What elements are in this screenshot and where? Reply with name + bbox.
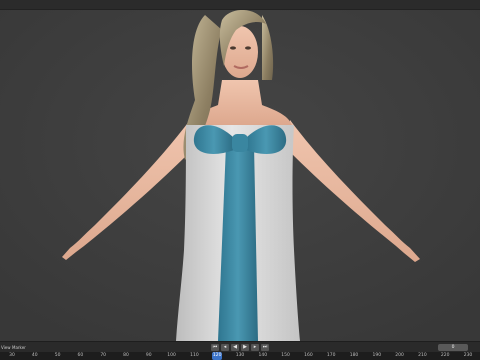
ruler-tick: 30 [9, 353, 15, 358]
ruler-tick: 230 [463, 353, 473, 358]
ruler-tick: 50 [54, 353, 61, 358]
ruler-tick: 160 [304, 353, 313, 358]
ruler-tick: 40 [31, 353, 38, 358]
3d-viewport[interactable]: nda SeyFord [0, 10, 480, 341]
view-menu[interactable]: View [1, 345, 11, 350]
left-eye [230, 46, 236, 50]
character-model[interactable] [0, 10, 480, 341]
ruler-tick: 100 [167, 353, 176, 358]
playback-controls: ⏮ ◂ ◀ ▶ ▸ ⏭ [211, 344, 269, 351]
ruler-tick: 130 [235, 353, 245, 358]
marker-menu[interactable]: Marker [12, 345, 26, 350]
right-eye [245, 46, 251, 50]
prev-keyframe-icon[interactable]: ◂ [221, 344, 229, 351]
play-reverse-icon[interactable]: ◀ [231, 344, 239, 351]
top-toolbar [0, 0, 480, 10]
ruler-tick: 210 [418, 353, 427, 358]
ruler-tick: 180 [349, 353, 359, 358]
play-icon[interactable]: ▶ [241, 344, 249, 351]
ruler-tick: 80 [123, 353, 129, 358]
ruler-tick: 190 [372, 353, 382, 358]
ruler-tick: 150 [281, 353, 290, 358]
ruler-tick: 140 [258, 353, 268, 358]
next-keyframe-icon[interactable]: ▸ [251, 344, 259, 351]
ruler-tick: 70 [100, 353, 107, 358]
jump-end-icon[interactable]: ⏭ [261, 344, 269, 351]
timeline-ruler[interactable]: 30 40 50 60 70 80 90 100 110 120 130 140 150 160 170 18… [0, 352, 480, 360]
ruler-tick: 220 [440, 353, 450, 358]
ruler-tick: 110 [190, 353, 199, 358]
bow-knot [232, 134, 248, 152]
ruler-tick: 200 [395, 353, 404, 358]
ruler-tick: 170 [326, 353, 336, 358]
ruler-tick: 90 [145, 353, 152, 358]
current-frame-field[interactable]: 0 [438, 344, 468, 351]
ruler-tick: 60 [77, 353, 84, 358]
playhead[interactable]: 120 [212, 352, 223, 360]
jump-start-icon[interactable]: ⏮ [211, 344, 219, 351]
